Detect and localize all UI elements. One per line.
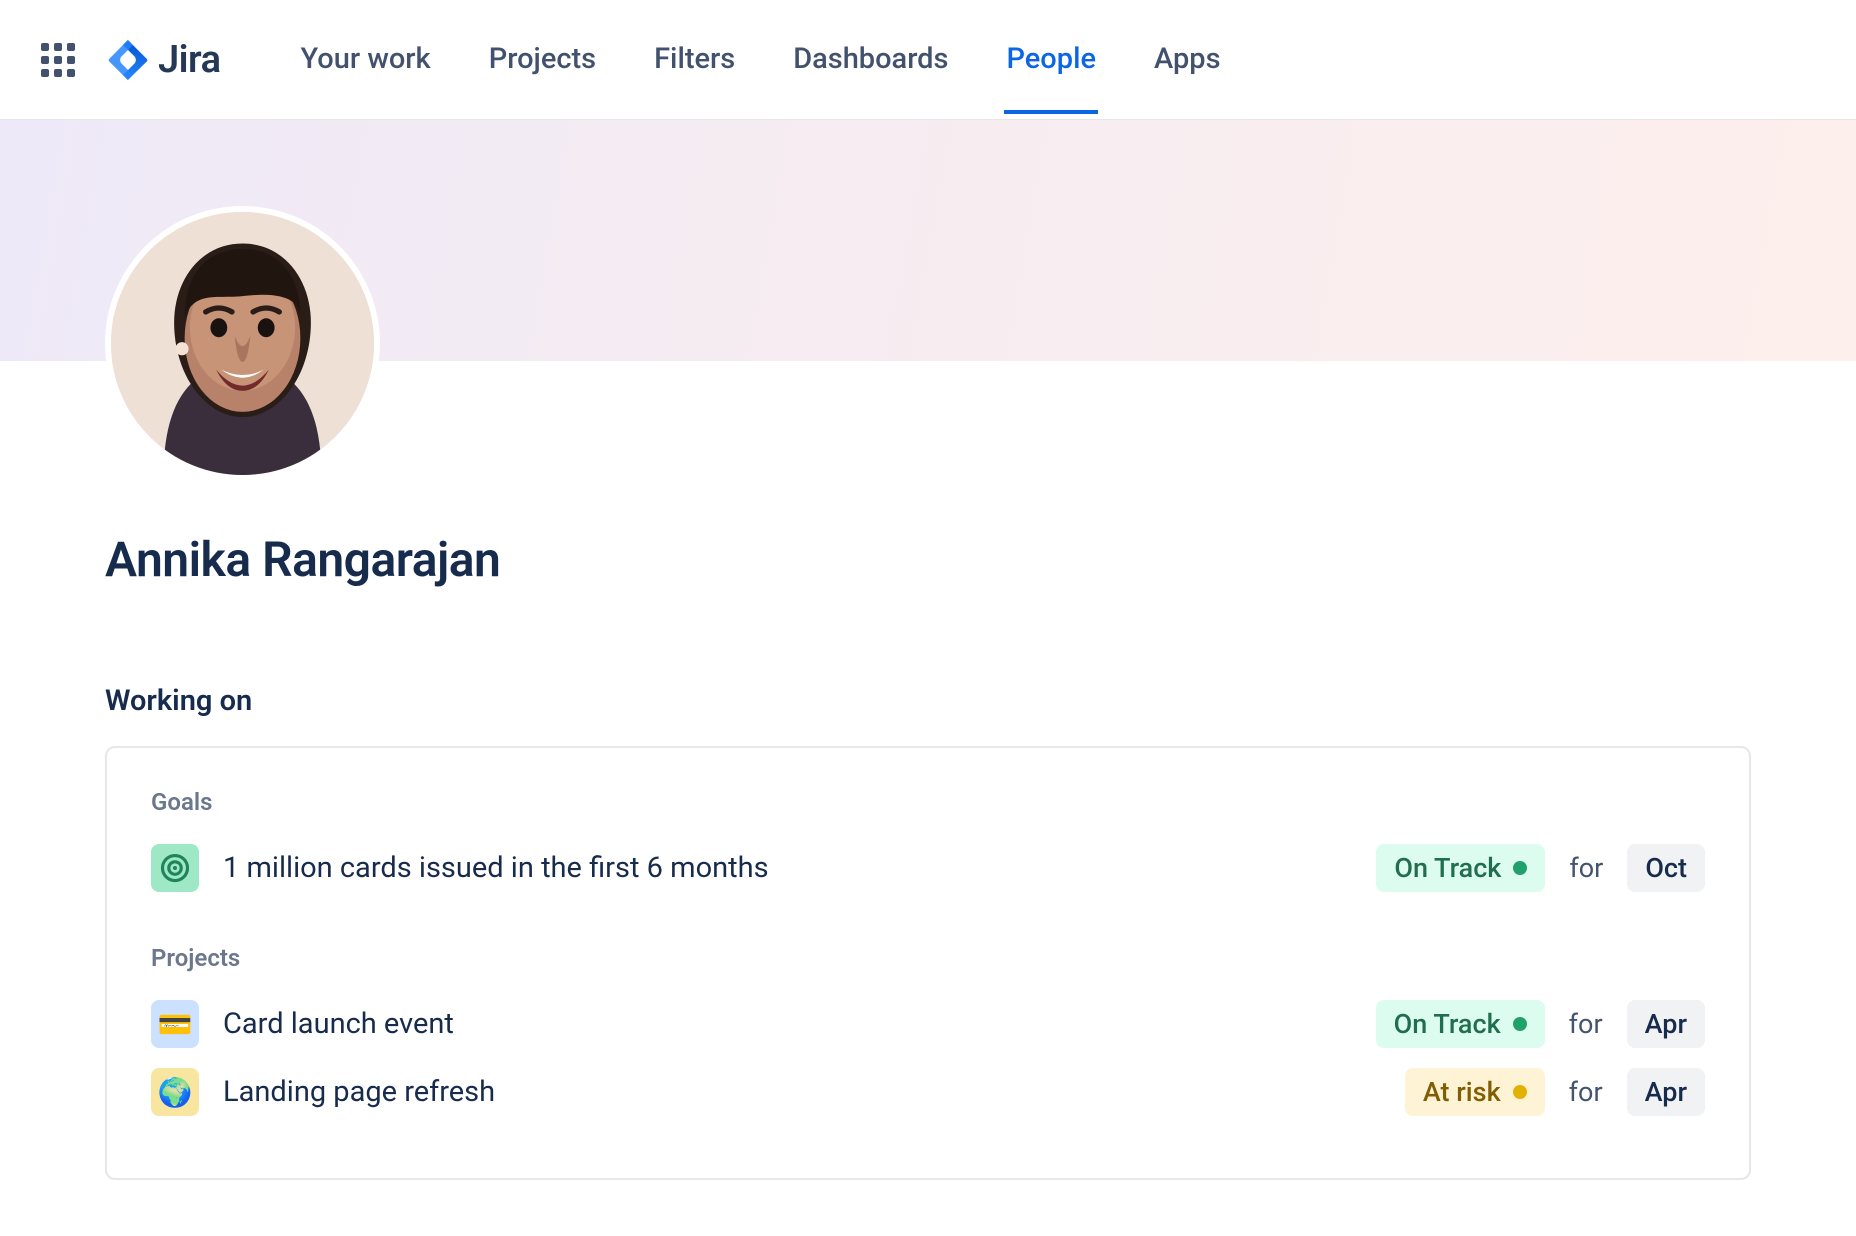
avatar[interactable] bbox=[105, 206, 380, 481]
status-dot-icon bbox=[1513, 861, 1527, 875]
projects-label: Projects bbox=[151, 944, 1705, 972]
status-badge: On Track bbox=[1376, 844, 1545, 892]
jira-logo[interactable]: Jira bbox=[108, 38, 220, 82]
goals-label: Goals bbox=[151, 788, 1705, 816]
project-title: Card launch event bbox=[223, 1007, 1352, 1041]
for-label: for bbox=[1569, 1008, 1603, 1040]
date-pill: Apr bbox=[1627, 1068, 1705, 1116]
date-pill: Apr bbox=[1627, 1000, 1705, 1048]
status-text: On Track bbox=[1394, 852, 1501, 884]
status-badge: On Track bbox=[1376, 1000, 1545, 1048]
status-text: At risk bbox=[1423, 1076, 1501, 1108]
nav-links: Your work Projects Filters Dashboards Pe… bbox=[300, 5, 1220, 114]
nav-projects[interactable]: Projects bbox=[489, 5, 596, 114]
working-on-card: Goals 1 million cards issued in the firs… bbox=[105, 746, 1751, 1180]
nav-your-work[interactable]: Your work bbox=[300, 5, 430, 114]
status-dot-icon bbox=[1513, 1085, 1527, 1099]
nav-dashboards[interactable]: Dashboards bbox=[793, 5, 948, 114]
working-on-heading: Working on bbox=[105, 684, 1751, 718]
top-nav: Jira Your work Projects Filters Dashboar… bbox=[0, 0, 1856, 120]
target-icon bbox=[151, 844, 199, 892]
goal-row[interactable]: 1 million cards issued in the first 6 mo… bbox=[151, 834, 1705, 902]
project-row[interactable]: 🌍 Landing page refresh At risk for Apr bbox=[151, 1058, 1705, 1126]
status-dot-icon bbox=[1513, 1017, 1527, 1031]
globe-icon: 🌍 bbox=[151, 1068, 199, 1116]
date-pill: Oct bbox=[1627, 844, 1705, 892]
project-title: Landing page refresh bbox=[223, 1075, 1381, 1109]
nav-people[interactable]: People bbox=[1006, 5, 1096, 114]
jira-logo-icon bbox=[108, 40, 148, 80]
goal-title: 1 million cards issued in the first 6 mo… bbox=[223, 851, 1352, 885]
status-badge: At risk bbox=[1405, 1068, 1545, 1116]
jira-logo-text: Jira bbox=[158, 38, 220, 82]
app-switcher-icon[interactable] bbox=[40, 42, 76, 78]
for-label: for bbox=[1569, 852, 1603, 884]
for-label: for bbox=[1569, 1076, 1603, 1108]
status-text: On Track bbox=[1394, 1008, 1501, 1040]
nav-filters[interactable]: Filters bbox=[654, 5, 735, 114]
project-row[interactable]: 💳 Card launch event On Track for Apr bbox=[151, 990, 1705, 1058]
credit-card-icon: 💳 bbox=[151, 1000, 199, 1048]
nav-apps[interactable]: Apps bbox=[1154, 5, 1221, 114]
